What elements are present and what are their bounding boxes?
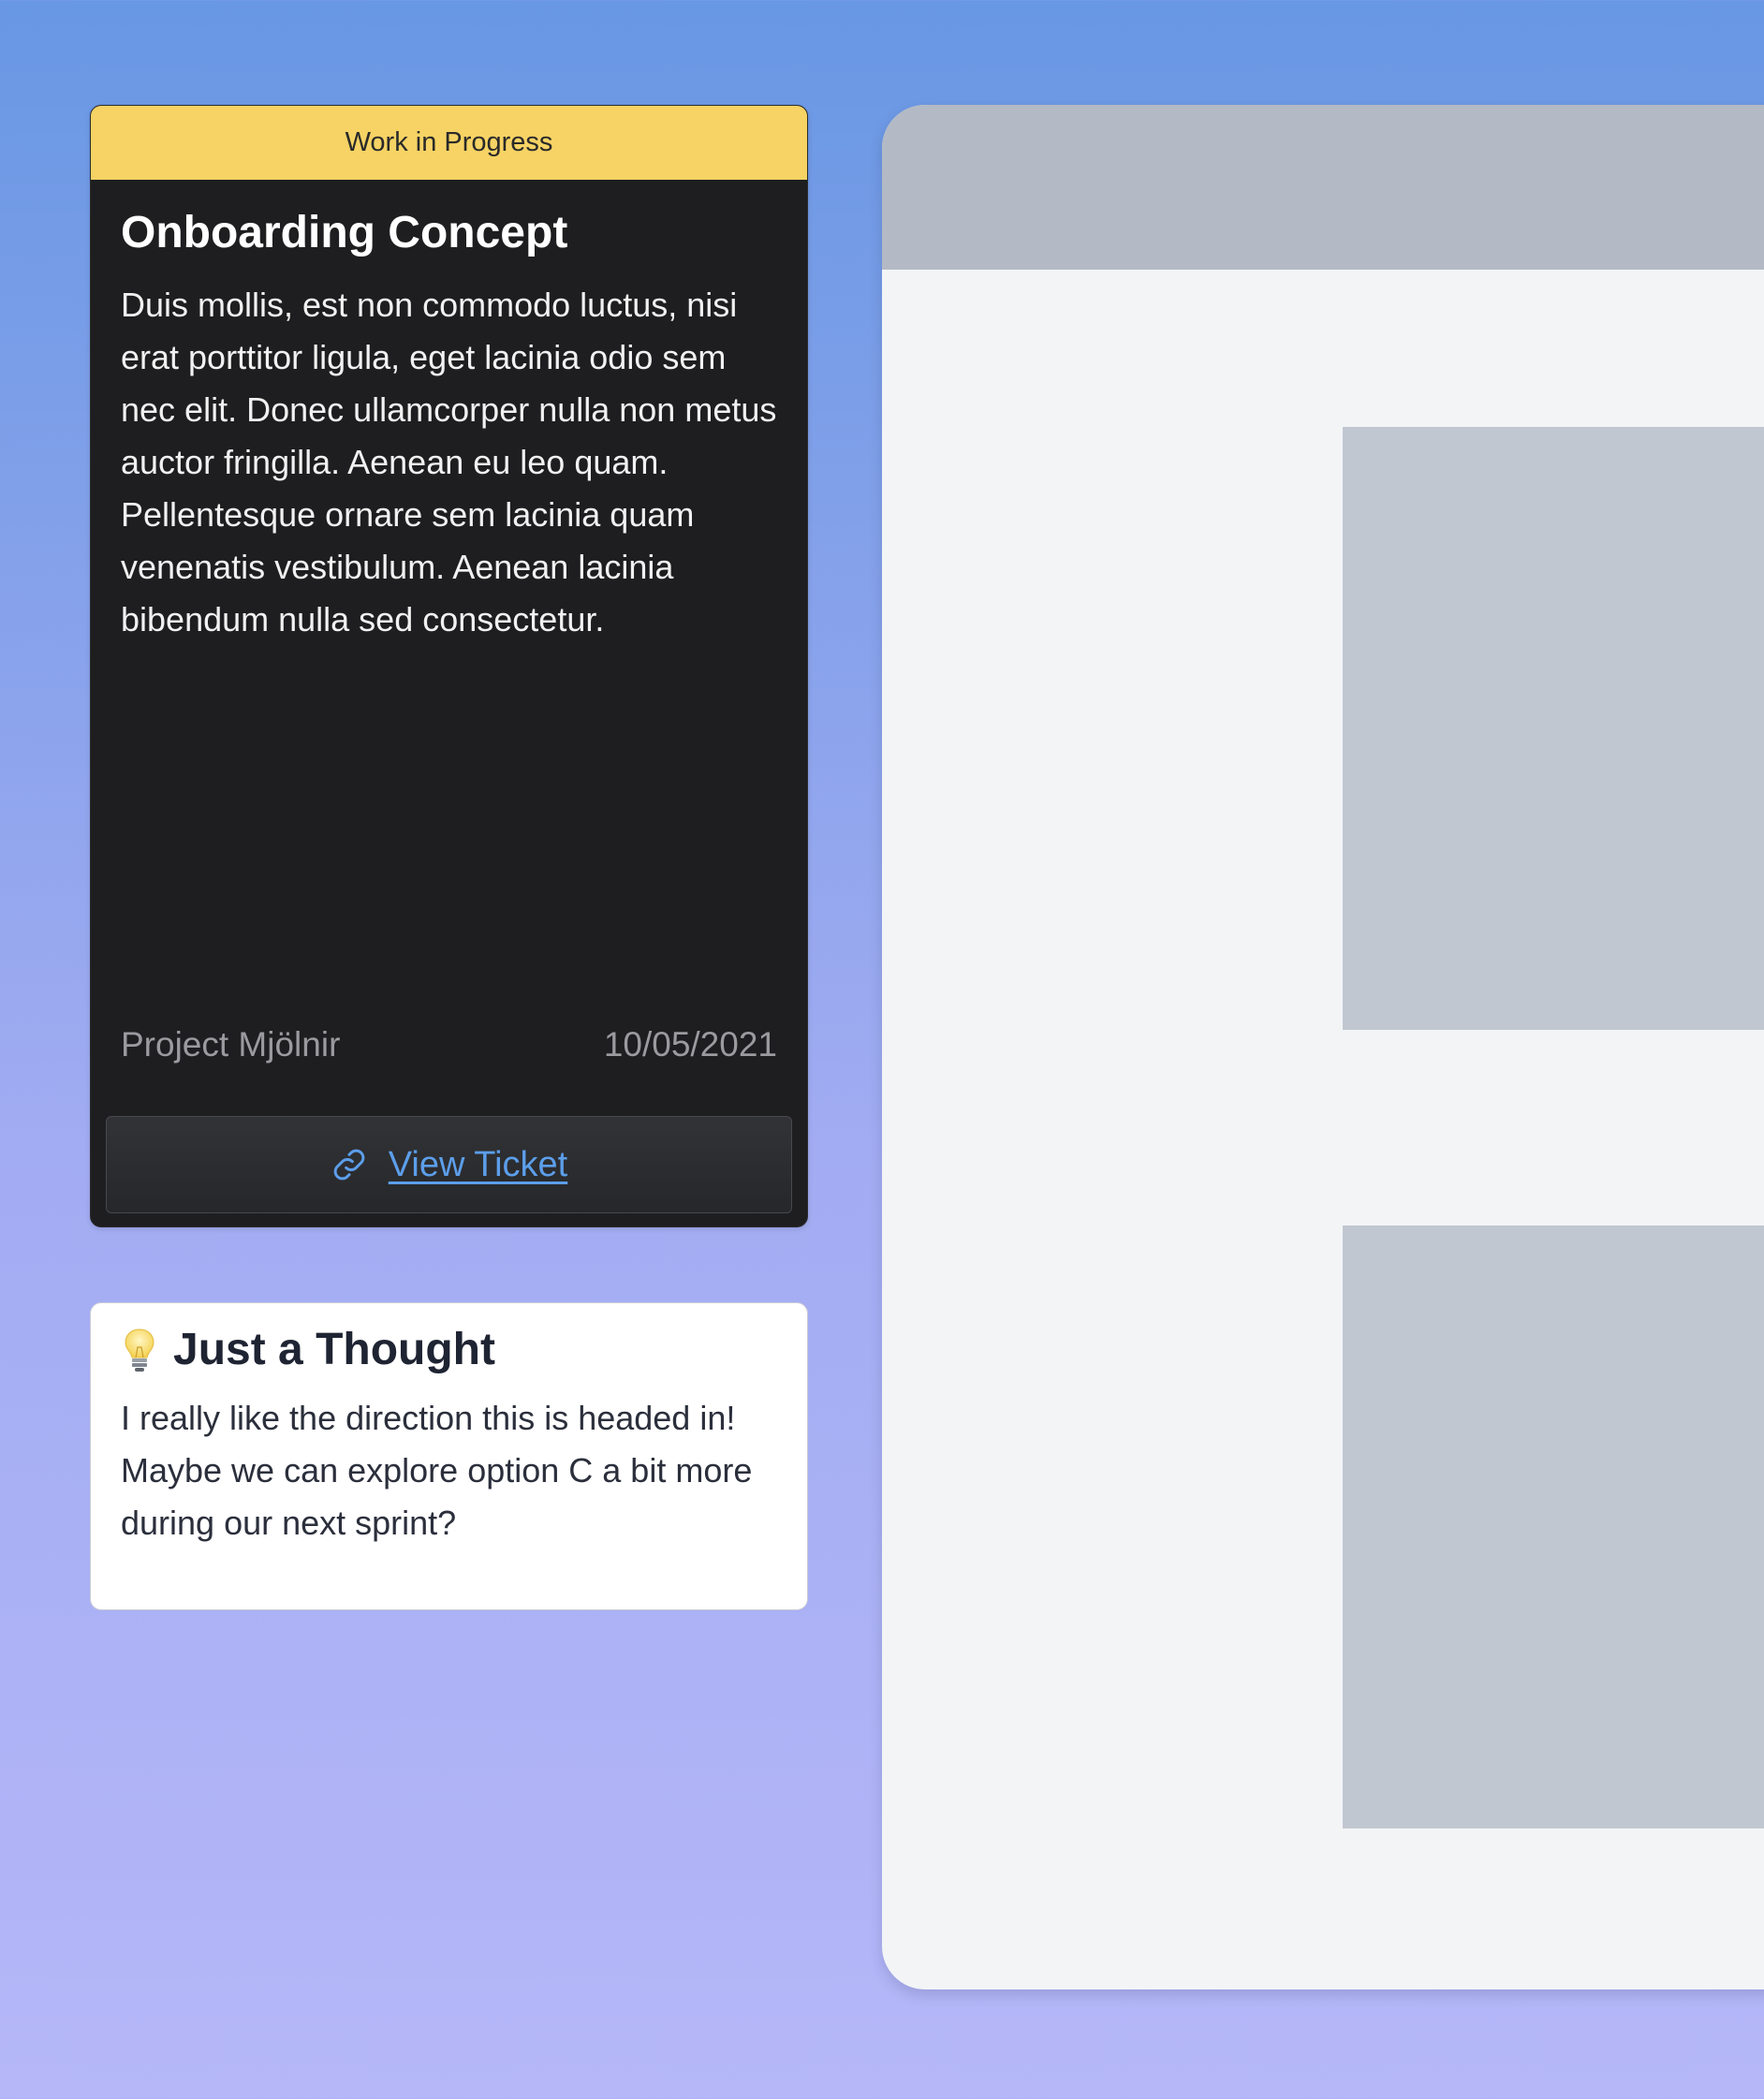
- view-ticket-label[interactable]: View Ticket: [389, 1145, 567, 1185]
- note-header: Just a Thought: [121, 1324, 777, 1375]
- image-placeholder-bottom: [1343, 1226, 1764, 1828]
- task-card: Work in Progress Onboarding Concept Duis…: [90, 105, 808, 1227]
- link-icon: [333, 1149, 365, 1181]
- note-title: Just a Thought: [173, 1325, 495, 1374]
- project-name: Project Mjölnir: [121, 1025, 341, 1064]
- status-label: Work in Progress: [345, 127, 553, 157]
- task-date: 10/05/2021: [603, 1025, 777, 1064]
- view-ticket-button[interactable]: View Ticket: [106, 1116, 792, 1213]
- preview-panel: [882, 105, 1764, 1989]
- task-description: Duis mollis, est non commodo luctus, nis…: [121, 285, 777, 639]
- preview-header-placeholder: [882, 105, 1764, 270]
- image-placeholder-top: [1343, 427, 1764, 1030]
- task-title: Onboarding Concept: [121, 208, 568, 257]
- note-body: I really like the direction this is head…: [121, 1399, 753, 1542]
- task-meta: Project Mjölnir 10/05/2021: [121, 1025, 777, 1064]
- note-card: Just a Thought I really like the directi…: [90, 1302, 808, 1610]
- lightbulb-icon: [125, 1328, 154, 1372]
- status-banner: Work in Progress: [91, 106, 807, 180]
